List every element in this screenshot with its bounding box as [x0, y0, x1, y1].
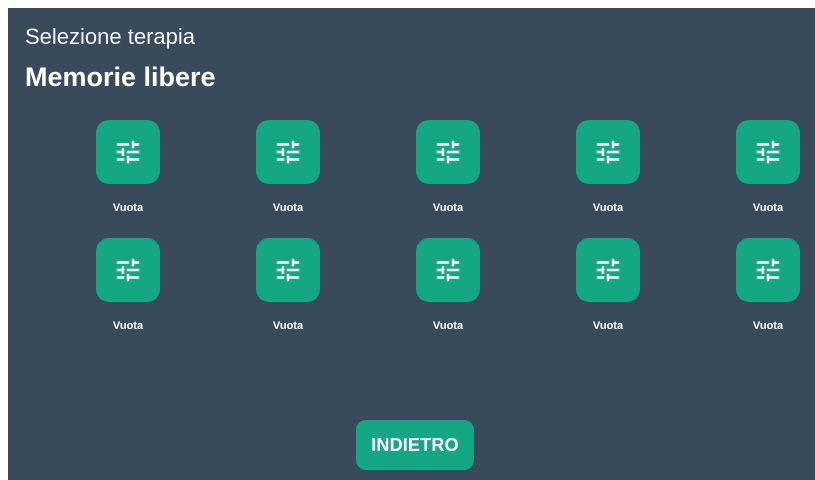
- sliders-icon: [756, 258, 780, 282]
- memory-slot-button[interactable]: [96, 238, 160, 302]
- memory-slot-1[interactable]: Vuota: [48, 120, 208, 238]
- memory-slot-button[interactable]: [576, 238, 640, 302]
- memory-slot-label: Vuota: [432, 320, 464, 332]
- memory-slot-7[interactable]: Vuota: [208, 238, 368, 356]
- therapy-selection-screen: Selezione terapia Memorie libere Vuota V…: [8, 8, 815, 480]
- memory-slot-2[interactable]: Vuota: [208, 120, 368, 238]
- sliders-icon: [436, 258, 460, 282]
- memory-slot-4[interactable]: Vuota: [528, 120, 688, 238]
- memory-slot-3[interactable]: Vuota: [368, 120, 528, 238]
- memory-slot-button[interactable]: [416, 120, 480, 184]
- memory-slot-label: Vuota: [592, 202, 624, 214]
- memory-slot-button[interactable]: [256, 120, 320, 184]
- memory-slot-label: Vuota: [752, 320, 784, 332]
- back-button[interactable]: INDIETRO: [356, 420, 474, 470]
- sliders-icon: [276, 140, 300, 164]
- memory-slot-label: Vuota: [112, 202, 144, 214]
- sliders-icon: [276, 258, 300, 282]
- memory-slot-label: Vuota: [752, 202, 784, 214]
- memory-slot-6[interactable]: Vuota: [48, 238, 208, 356]
- memory-slot-button[interactable]: [736, 120, 800, 184]
- memory-slots-grid: Vuota Vuota Vuota Vuota Vuota Vuota Vuot…: [48, 120, 800, 356]
- page-title: Memorie libere: [25, 62, 216, 92]
- memory-slot-button[interactable]: [256, 238, 320, 302]
- sliders-icon: [436, 140, 460, 164]
- memory-slot-label: Vuota: [592, 320, 624, 332]
- memory-slot-button[interactable]: [736, 238, 800, 302]
- memory-slot-10[interactable]: Vuota: [688, 238, 815, 356]
- sliders-icon: [596, 140, 620, 164]
- memory-slot-label: Vuota: [272, 202, 304, 214]
- memory-slot-button[interactable]: [416, 238, 480, 302]
- memory-slot-label: Vuota: [112, 320, 144, 332]
- memory-slot-8[interactable]: Vuota: [368, 238, 528, 356]
- memory-slot-label: Vuota: [432, 202, 464, 214]
- sliders-icon: [116, 140, 140, 164]
- sliders-icon: [756, 140, 780, 164]
- sliders-icon: [116, 258, 140, 282]
- memory-slot-9[interactable]: Vuota: [528, 238, 688, 356]
- memory-slot-5[interactable]: Vuota: [688, 120, 815, 238]
- sliders-icon: [596, 258, 620, 282]
- memory-slot-label: Vuota: [272, 320, 304, 332]
- memory-slot-button[interactable]: [576, 120, 640, 184]
- memory-slot-button[interactable]: [96, 120, 160, 184]
- screen-subtitle: Selezione terapia: [25, 24, 196, 49]
